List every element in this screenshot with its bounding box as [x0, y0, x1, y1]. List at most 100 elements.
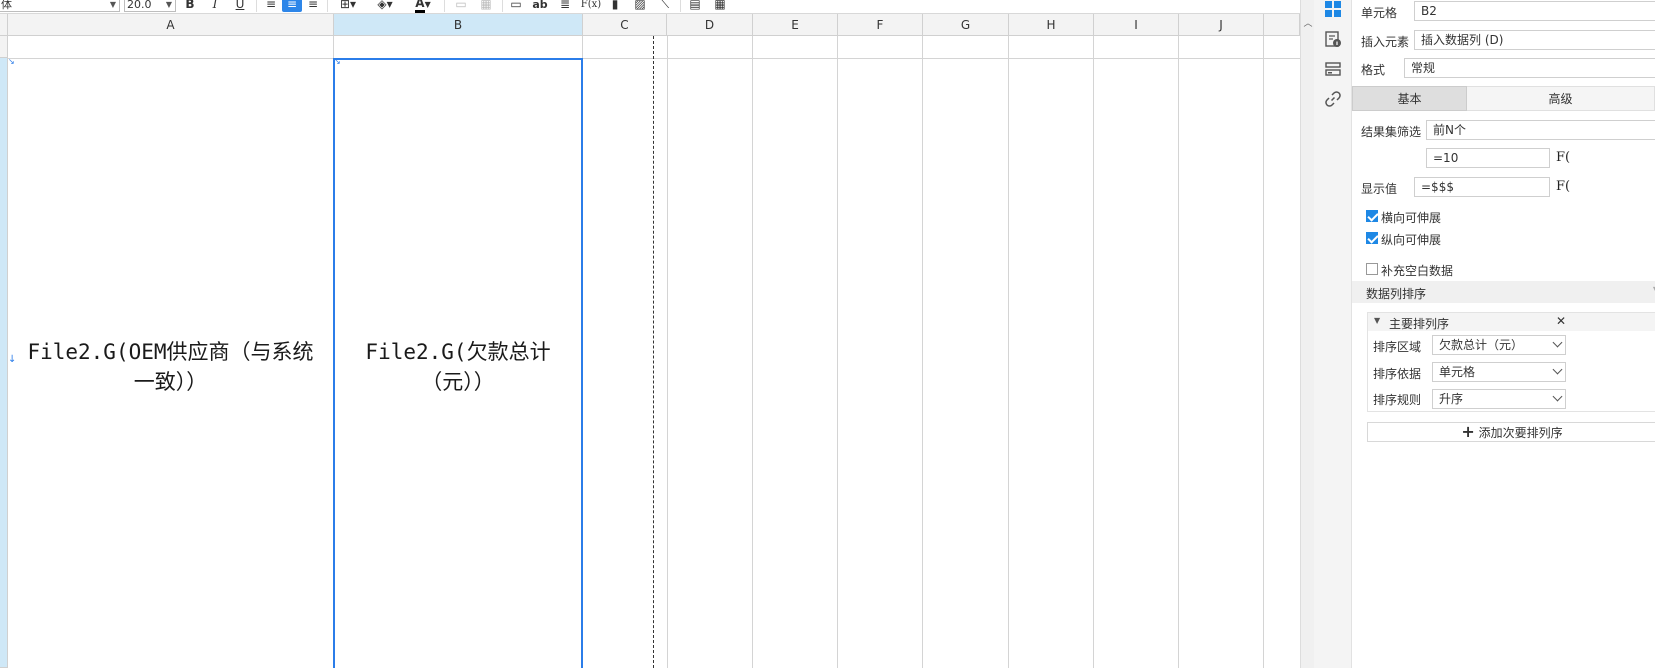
add-secondary-sort-label: 添加次要排列序: [1478, 426, 1563, 440]
select-all-corner[interactable]: [0, 14, 8, 36]
border-icon: ⊞▾: [339, 0, 357, 11]
column-header-e[interactable]: E: [753, 14, 838, 36]
display-value-field[interactable]: =$$$: [1414, 177, 1550, 197]
insert-element-value: 插入数据列 (D): [1421, 33, 1504, 47]
italic-icon: I: [212, 0, 218, 11]
column-header-k[interactable]: [1264, 14, 1300, 36]
image-button[interactable]: ▨: [630, 0, 650, 12]
insert-element-label: 插入元素: [1361, 35, 1410, 49]
align-center-icon: ≡: [286, 0, 298, 11]
sort-basis-select[interactable]: 单元格: [1432, 362, 1566, 382]
toolbar-divider: [327, 0, 328, 12]
wrap-text-button[interactable]: ≣: [555, 0, 575, 12]
grid-line: [1008, 36, 1009, 668]
close-icon[interactable]: ✕: [1556, 314, 1566, 328]
display-value-label: 显示值: [1361, 182, 1398, 196]
column-header-g[interactable]: G: [923, 14, 1009, 36]
toolbar-divider: [502, 0, 503, 12]
bold-button[interactable]: B: [180, 0, 200, 12]
italic-button[interactable]: I: [205, 0, 225, 12]
format-value: 常规: [1411, 61, 1436, 75]
column-header-j[interactable]: J: [1179, 14, 1264, 36]
property-rail: [1314, 0, 1352, 668]
split-icon: ▦: [480, 0, 492, 11]
widget-settings-icon[interactable]: [1324, 60, 1342, 78]
column-header-d[interactable]: D: [667, 14, 753, 36]
split-cells-button[interactable]: ▦: [476, 0, 496, 12]
row-header-1[interactable]: [0, 36, 8, 58]
fill-blank-checkbox[interactable]: [1366, 263, 1378, 275]
vertical-scrollbar[interactable]: ︿: [1300, 0, 1314, 668]
tab-basic[interactable]: 基本: [1352, 86, 1467, 111]
format-select[interactable]: 常规: [1404, 58, 1655, 78]
formula-editor-icon[interactable]: F(: [1556, 179, 1570, 194]
grid-line: [752, 36, 753, 668]
filter-expression-field[interactable]: =10: [1426, 148, 1550, 168]
align-left-button[interactable]: ≡: [261, 0, 281, 12]
column-header-a[interactable]: A: [8, 14, 334, 36]
font-family-select[interactable]: 体 ▼: [0, 0, 120, 12]
toolbar-divider: [444, 0, 445, 12]
toolbar-divider: [680, 0, 681, 12]
insert-text-button[interactable]: ▭: [506, 0, 526, 12]
wrap-icon: ≣: [559, 0, 571, 11]
add-secondary-sort-button[interactable]: + 添加次要排列序: [1367, 422, 1655, 442]
cell-address-field[interactable]: B2: [1414, 1, 1655, 21]
sort-rule-select[interactable]: 升序: [1432, 389, 1566, 409]
sort-area-label: 排序区域: [1373, 340, 1422, 354]
sort-section-title: 数据列排序: [1366, 287, 1427, 301]
grid-line: [1263, 36, 1264, 668]
format-label: 格式: [1361, 63, 1386, 77]
text-style-button[interactable]: ab: [530, 0, 550, 12]
column-header-b[interactable]: B: [334, 14, 583, 36]
column-header-f[interactable]: F: [838, 14, 923, 36]
font-color-icon: A: [415, 0, 425, 13]
toolbar-divider: [256, 0, 257, 12]
cell-properties-icon[interactable]: [1324, 0, 1342, 18]
grid-line: [837, 36, 838, 668]
align-right-button[interactable]: ≡: [303, 0, 323, 12]
chevron-down-icon: ▼: [109, 0, 116, 9]
table-button[interactable]: ▦: [710, 0, 730, 12]
font-size-value: 20.0: [127, 0, 152, 11]
chevron-down-icon: [1552, 391, 1563, 402]
sort-rule-value: 升序: [1439, 392, 1464, 406]
font-color-button[interactable]: A ▼: [407, 0, 439, 13]
font-size-select[interactable]: 20.0 ▼: [124, 0, 176, 12]
sort-area-select[interactable]: 欠款总计（元）: [1432, 335, 1566, 355]
column-header-i[interactable]: I: [1094, 14, 1179, 36]
toolbar: 体 ▼ 20.0 ▼ B I U ≡ ≡ ≡ ⊞▾ ◈▾ A ▼ ▭ ▦ ▭ ab…: [0, 0, 1300, 14]
result-filter-select[interactable]: 前N个: [1426, 120, 1655, 140]
tab-advanced[interactable]: 高级: [1467, 86, 1655, 111]
cell-info-icon[interactable]: [1324, 30, 1342, 48]
collapse-icon: ▼: [1374, 316, 1381, 325]
sub-report-button[interactable]: ▤: [685, 0, 705, 12]
cell-label: 单元格: [1361, 6, 1398, 20]
fill-blank-label: 补充空白数据: [1381, 264, 1454, 278]
merge-cells-button[interactable]: ▭: [451, 0, 471, 12]
column-header-c[interactable]: C: [583, 14, 667, 36]
hyperlink-icon[interactable]: [1324, 90, 1342, 108]
vertical-expand-label: 纵向可伸展: [1381, 233, 1442, 247]
row-header-2[interactable]: [0, 58, 8, 668]
insert-element-select[interactable]: 插入数据列 (D): [1414, 30, 1655, 50]
border-button[interactable]: ⊞▾: [333, 0, 363, 12]
column-header-h[interactable]: H: [1009, 14, 1094, 36]
align-center-button[interactable]: ≡: [282, 0, 302, 12]
horizontal-expand-checkbox[interactable]: [1366, 210, 1378, 222]
vertical-expand-checkbox[interactable]: [1366, 232, 1378, 244]
underline-button[interactable]: U: [230, 0, 250, 12]
chart-button[interactable]: ▮: [605, 0, 625, 12]
chevron-up-icon[interactable]: ︿: [1302, 16, 1314, 29]
page-break-line: [653, 36, 654, 668]
primary-sort-header[interactable]: ▼ 主要排列序 ✕: [1368, 313, 1655, 331]
chevron-down-icon: [1552, 364, 1563, 375]
cell-a2[interactable]: File2.G(OEM供应商（与系统一致））: [8, 58, 333, 668]
slash-button[interactable]: ⟍: [655, 0, 675, 12]
plus-icon: +: [1461, 422, 1475, 441]
fill-color-button[interactable]: ◈▾: [370, 0, 400, 12]
spreadsheet-grid: A B C D E F G H I J File2.G(OEM供应商（与系统一致…: [0, 14, 1300, 668]
formula-editor-icon[interactable]: F(: [1556, 150, 1570, 165]
formula-button[interactable]: F(x): [578, 0, 604, 12]
sort-section-header[interactable]: 数据列排序 ▼: [1352, 281, 1655, 303]
